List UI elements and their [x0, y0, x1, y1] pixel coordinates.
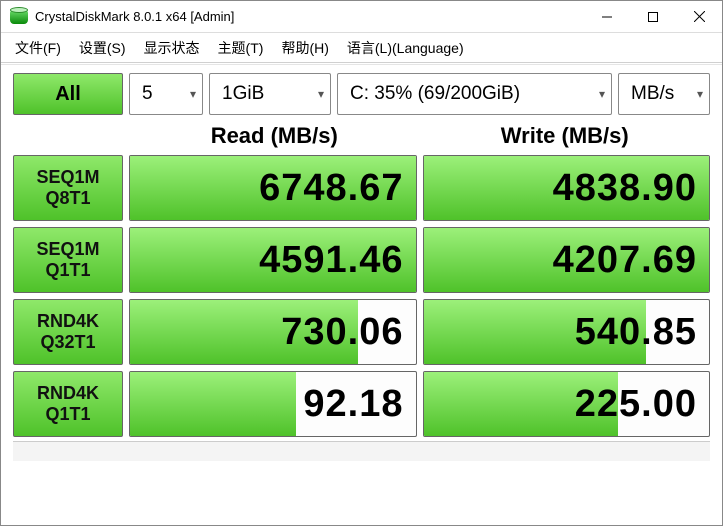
test-row: SEQ1M Q8T1 6748.67 4838.90 — [13, 155, 710, 221]
chevron-down-icon: ▾ — [697, 87, 703, 101]
unit-select[interactable]: MB/s ▾ — [618, 73, 710, 115]
read-bar — [130, 372, 296, 436]
maximize-icon — [648, 12, 658, 22]
window-buttons — [584, 1, 722, 32]
test-button-seq1m-q8t1[interactable]: SEQ1M Q8T1 — [13, 155, 123, 221]
menu-display[interactable]: 显示状态 — [136, 35, 208, 61]
read-value: 92.18 — [303, 383, 403, 426]
maximize-button[interactable] — [630, 1, 676, 32]
menu-settings[interactable]: 设置(S) — [71, 35, 134, 61]
read-value: 4591.46 — [259, 239, 403, 282]
test-button-rnd4k-q32t1[interactable]: RND4K Q32T1 — [13, 299, 123, 365]
minimize-button[interactable] — [584, 1, 630, 32]
drive-value: C: 35% (69/200GiB) — [350, 83, 520, 105]
read-cell: 6748.67 — [129, 155, 417, 221]
menu-theme[interactable]: 主题(T) — [210, 35, 272, 61]
content: All 5 ▾ 1GiB ▾ C: 35% (69/200GiB) ▾ MB/s… — [1, 65, 722, 473]
test-label-line1: RND4K — [37, 383, 99, 404]
test-size-value: 1GiB — [222, 83, 264, 105]
close-button[interactable] — [676, 1, 722, 32]
chevron-down-icon: ▾ — [318, 87, 324, 101]
chevron-down-icon: ▾ — [190, 87, 196, 101]
test-label-line1: RND4K — [37, 311, 99, 332]
write-cell: 540.85 — [423, 299, 711, 365]
test-size-select[interactable]: 1GiB ▾ — [209, 73, 331, 115]
test-label-line1: SEQ1M — [36, 167, 99, 188]
menu-file[interactable]: 文件(F) — [7, 35, 69, 61]
read-value: 6748.67 — [259, 167, 403, 210]
write-cell: 4838.90 — [423, 155, 711, 221]
test-button-rnd4k-q1t1[interactable]: RND4K Q1T1 — [13, 371, 123, 437]
test-button-seq1m-q1t1[interactable]: SEQ1M Q1T1 — [13, 227, 123, 293]
write-column-header: Write (MB/s) — [420, 117, 711, 155]
menu-help[interactable]: 帮助(H) — [273, 35, 336, 61]
test-label-line2: Q1T1 — [45, 260, 90, 281]
column-header-row: Read (MB/s) Write (MB/s) — [13, 117, 710, 155]
write-cell: 225.00 — [423, 371, 711, 437]
run-all-label: All — [55, 83, 81, 106]
test-row: SEQ1M Q1T1 4591.46 4207.69 — [13, 227, 710, 293]
tests-grid: SEQ1M Q8T1 6748.67 4838.90 SEQ1M Q1T1 45… — [13, 155, 710, 437]
test-row: RND4K Q1T1 92.18 225.00 — [13, 371, 710, 437]
write-value: 225.00 — [575, 383, 697, 426]
window-title: CrystalDiskMark 8.0.1 x64 [Admin] — [35, 9, 584, 24]
read-cell: 92.18 — [129, 371, 417, 437]
unit-value: MB/s — [631, 83, 674, 105]
menu-language[interactable]: 语言(L)(Language) — [339, 35, 472, 61]
read-cell: 4591.46 — [129, 227, 417, 293]
test-label-line1: SEQ1M — [36, 239, 99, 260]
read-column-header: Read (MB/s) — [129, 117, 420, 155]
chevron-down-icon: ▾ — [599, 87, 605, 101]
test-label-line2: Q1T1 — [45, 404, 90, 425]
test-label-line2: Q32T1 — [40, 332, 95, 353]
test-row: RND4K Q32T1 730.06 540.85 — [13, 299, 710, 365]
title-bar: CrystalDiskMark 8.0.1 x64 [Admin] — [1, 1, 722, 33]
test-count-select[interactable]: 5 ▾ — [129, 73, 203, 115]
read-cell: 730.06 — [129, 299, 417, 365]
write-cell: 4207.69 — [423, 227, 711, 293]
test-count-value: 5 — [142, 83, 153, 105]
drive-select[interactable]: C: 35% (69/200GiB) ▾ — [337, 73, 612, 115]
test-label-line2: Q8T1 — [45, 188, 90, 209]
app-icon — [9, 7, 29, 27]
write-value: 4838.90 — [553, 167, 697, 210]
menu-bar: 文件(F) 设置(S) 显示状态 主题(T) 帮助(H) 语言(L)(Langu… — [1, 33, 722, 63]
selector-row: All 5 ▾ 1GiB ▾ C: 35% (69/200GiB) ▾ MB/s… — [13, 73, 710, 115]
close-icon — [694, 11, 705, 22]
status-bar — [13, 441, 710, 461]
write-value: 4207.69 — [553, 239, 697, 282]
run-all-button[interactable]: All — [13, 73, 123, 115]
write-value: 540.85 — [575, 311, 697, 354]
read-value: 730.06 — [281, 311, 403, 354]
minimize-icon — [602, 12, 612, 22]
